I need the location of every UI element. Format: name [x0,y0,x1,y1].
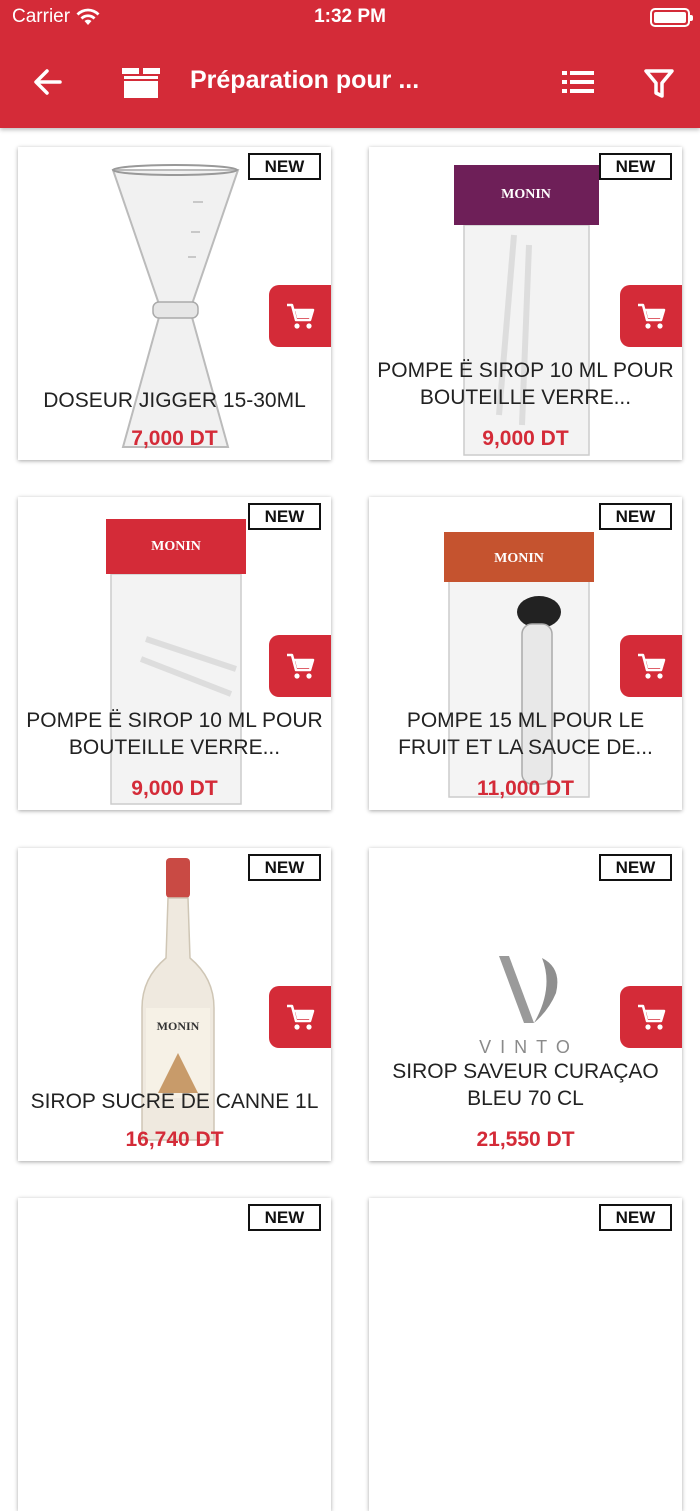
product-price: 21,550 DT [476,1128,575,1151]
battery-icon [650,8,693,27]
add-to-cart-button[interactable] [620,635,682,697]
syrup-pump-image: MONIN [106,519,246,805]
cart-icon [287,1004,315,1030]
filter-icon[interactable] [640,64,678,102]
vinto-logo-image: VINTO [479,956,579,1057]
product-card[interactable]: NEW [369,1198,682,1511]
back-arrow-icon[interactable] [28,62,68,102]
product-name: SIROP SAVEUR CURAÇAO BLEU 70 CL [392,1060,659,1110]
svg-text:MONIN: MONIN [494,551,544,566]
product-card[interactable]: MONIN NEW POMPE 15 ML POUR LE FRUIT ET L… [369,497,682,810]
product-card[interactable]: MONIN NEW POMPE Ë SIROP 10 ML POUR BOUTE… [369,147,682,460]
product-card[interactable]: VINTO NEW SIROP SAVEUR CURAÇAO BLEU 70 C… [369,848,682,1161]
app-header: Carrier 1:32 PM Préparation pour ... [0,0,700,128]
new-badge: NEW [599,153,672,180]
new-badge: NEW [248,1204,321,1231]
cart-icon [287,303,315,329]
product-grid: NEW DOSEUR JIGGER 15-30ML 7,000 DT MONIN… [0,128,700,1511]
product-card[interactable]: NEW [18,1198,331,1511]
product-price: 9,000 DT [131,777,218,800]
status-time: 1:32 PM [314,6,386,27]
add-to-cart-button[interactable] [269,635,331,697]
add-to-cart-button[interactable] [620,986,682,1048]
product-name: POMPE Ë SIROP 10 ML POUR BOUTEILLE VERRE… [26,709,323,759]
product-name: SIROP SUCRE DE CANNE 1L [30,1090,319,1113]
new-badge: NEW [599,503,672,530]
cart-icon [638,1004,666,1030]
product-name: POMPE 15 ML POUR LE FRUIT ET LA SAUCE DE… [398,709,653,759]
new-badge: NEW [248,153,321,180]
nav-bar: Préparation pour ... [0,36,700,128]
product-price: 9,000 DT [482,427,569,450]
product-card[interactable]: MONIN NEW SIROP SUCRE DE CANNE 1L 16,740… [18,848,331,1161]
cart-icon [638,653,666,679]
product-name: POMPE Ë SIROP 10 ML POUR BOUTEILLE VERRE… [377,359,674,409]
list-view-icon[interactable] [558,66,598,98]
svg-text:MONIN: MONIN [151,539,201,554]
new-badge: NEW [248,503,321,530]
svg-text:MONIN: MONIN [501,187,551,202]
add-to-cart-button[interactable] [620,285,682,347]
page-title: Préparation pour ... [190,66,420,94]
product-price: 7,000 DT [131,427,218,450]
svg-text:VINTO: VINTO [479,1037,579,1057]
cart-icon [287,653,315,679]
syrup-pump-image: MONIN [454,165,599,456]
new-badge: NEW [599,1204,672,1231]
product-price: 16,740 DT [125,1128,224,1151]
new-badge: NEW [599,854,672,881]
cart-icon [638,303,666,329]
product-card[interactable]: MONIN NEW POMPE Ë SIROP 10 ML POUR BOUTE… [18,497,331,810]
product-price: 11,000 DT [477,777,574,800]
svg-text:MONIN: MONIN [157,1019,200,1033]
status-bar: Carrier 1:32 PM [0,0,700,36]
category-box-icon [122,68,160,98]
product-card[interactable]: NEW DOSEUR JIGGER 15-30ML 7,000 DT [18,147,331,460]
add-to-cart-button[interactable] [269,285,331,347]
add-to-cart-button[interactable] [269,986,331,1048]
new-badge: NEW [248,854,321,881]
product-name: DOSEUR JIGGER 15-30ML [43,389,306,412]
